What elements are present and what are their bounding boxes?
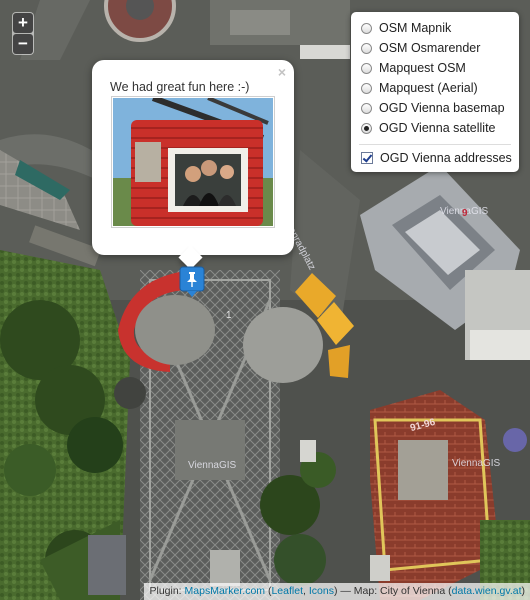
map-watermark: ViennaGIS <box>452 458 501 469</box>
radio-button[interactable] <box>361 102 372 114</box>
layer-option-osm-osmarender[interactable]: OSM Osmarender <box>361 39 480 57</box>
layer-label: OSM Osmarender <box>379 41 481 55</box>
layer-label: Mapquest OSM <box>379 61 466 75</box>
icons-link[interactable]: Icons <box>309 585 334 597</box>
attribution-text: Plugin: <box>149 585 185 597</box>
data-wien-link[interactable]: data.wien.gv.at <box>452 585 522 597</box>
layer-control: OSM Mapnik OSM Osmarender Mapquest OSM M… <box>351 12 519 172</box>
layer-option-mapquest-osm[interactable]: Mapquest OSM <box>361 59 466 77</box>
pushpin-icon <box>179 266 205 297</box>
overlay-option-ogd-addresses[interactable]: OGD Vienna addresses <box>361 149 512 167</box>
attribution-text: ) — Map: City of Vienna ( <box>333 585 452 597</box>
radio-button[interactable] <box>361 42 372 54</box>
zoom-control: + − <box>12 12 34 55</box>
layer-option-ogd-basemap[interactable]: OGD Vienna basemap <box>361 99 505 117</box>
radio-button[interactable] <box>361 82 372 94</box>
layer-option-osm-mapnik[interactable]: OSM Mapnik <box>361 19 451 37</box>
mapsmarker-link[interactable]: MapsMarker.com <box>185 585 266 597</box>
overlay-label: OGD Vienna addresses <box>380 151 512 165</box>
map-watermark: ViennaGIS <box>188 460 237 471</box>
radio-button[interactable] <box>361 62 372 74</box>
layer-option-mapquest-aerial[interactable]: Mapquest (Aerial) <box>361 79 478 97</box>
checkbox-checked[interactable] <box>361 152 373 164</box>
map-marker[interactable] <box>179 266 205 298</box>
radio-button-selected[interactable] <box>361 122 372 134</box>
house-number-label: 9 <box>462 208 468 219</box>
zoom-in-button[interactable]: + <box>13 13 33 33</box>
attribution-text: ) <box>521 585 526 597</box>
leaflet-link[interactable]: Leaflet <box>271 585 303 597</box>
gondola-photo <box>113 98 273 226</box>
house-number-label: 1 <box>226 310 232 321</box>
layer-label: Mapquest (Aerial) <box>379 81 478 95</box>
layer-label: OGD Vienna basemap <box>379 101 505 115</box>
layer-label: OSM Mapnik <box>379 21 452 35</box>
map-attribution: Plugin: MapsMarker.com (Leaflet, Icons) … <box>144 583 530 600</box>
radio-button[interactable] <box>361 22 372 34</box>
zoom-out-button[interactable]: − <box>13 34 33 54</box>
layer-option-ogd-satellite[interactable]: OGD Vienna satellite <box>361 119 496 137</box>
marker-popup: × We had great fun here :-) <box>92 60 294 270</box>
layer-label: OGD Vienna satellite <box>379 121 496 135</box>
close-icon[interactable]: × <box>278 64 286 80</box>
popup-photo <box>111 96 275 228</box>
popup-text: We had great fun here :-) <box>110 80 250 94</box>
layer-separator <box>359 144 511 145</box>
